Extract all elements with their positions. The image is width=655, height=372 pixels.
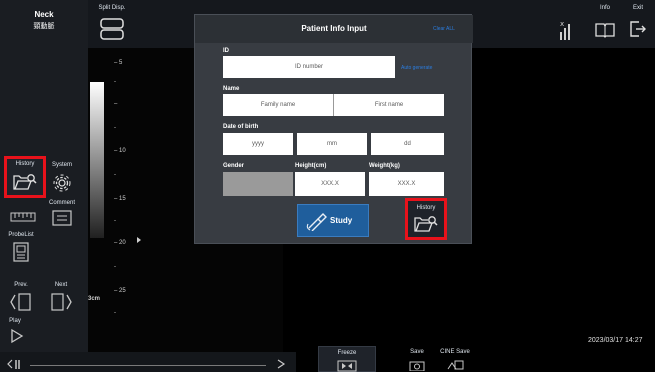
- cine-next-icon[interactable]: [276, 358, 286, 370]
- depth-minor-tick: -: [114, 125, 116, 131]
- history-label-left: History: [15, 161, 35, 167]
- svg-text:x: x: [560, 20, 564, 28]
- id-label: ID: [223, 48, 229, 54]
- weight-label: Weight(kg): [369, 163, 400, 169]
- info-button[interactable]: Info: [592, 0, 618, 48]
- prev-image-icon: [10, 293, 31, 311]
- cine-save-icon: [447, 360, 464, 370]
- measure-ruler-button[interactable]: [6, 206, 40, 230]
- datetime: 2023/03/17 14:27: [588, 337, 643, 344]
- depth-minor-tick: -: [114, 218, 116, 224]
- split-screen-icon: [100, 18, 124, 40]
- comment-button[interactable]: Comment: [46, 200, 78, 232]
- next-label: Next: [54, 282, 68, 288]
- height-label: Height(cm): [295, 163, 327, 169]
- weight-input[interactable]: XXX.X: [369, 172, 444, 196]
- dialog-title: Patient Info Input: [301, 24, 367, 33]
- comment-icon: [52, 210, 72, 226]
- depth-tick-15: – 15: [114, 196, 126, 202]
- gray-scale-bar: [90, 82, 104, 238]
- height-input[interactable]: XXX.X: [295, 172, 365, 196]
- probe-list-icon: [13, 242, 29, 262]
- exit-icon: [630, 21, 646, 37]
- depth-tick-10: – 10: [114, 148, 126, 154]
- history-button-dialog[interactable]: History: [405, 198, 447, 240]
- depth-minor-tick: -: [114, 172, 116, 178]
- next-button[interactable]: Next: [44, 282, 78, 316]
- probelist-label: ProbeList: [8, 232, 34, 238]
- depth-tick-10-minor: – 0: [114, 101, 120, 107]
- depth-minor-tick: -: [114, 79, 116, 85]
- save-label: Save: [410, 349, 424, 355]
- depth-minor-tick: -: [114, 310, 116, 316]
- play-label: Play: [9, 318, 21, 324]
- info-label: Info: [599, 5, 610, 11]
- family-name-input[interactable]: Family name: [223, 94, 334, 116]
- dob-month-input[interactable]: mm: [297, 133, 367, 155]
- folder-search-icon: [13, 174, 37, 190]
- play-icon: [11, 328, 24, 344]
- study-button-label: Study: [330, 216, 353, 225]
- depth-tick-25: – 25: [114, 288, 126, 294]
- next-image-icon: [51, 293, 72, 311]
- probelist-button[interactable]: ProbeList: [6, 232, 36, 264]
- play-button[interactable]: Play: [4, 318, 38, 350]
- probe-preset-button[interactable]: Neck 頸動脈: [0, 0, 88, 48]
- cine-save-label: CINE Save: [440, 349, 470, 355]
- system-button[interactable]: System: [48, 160, 76, 196]
- study-button[interactable]: Study: [297, 204, 369, 237]
- patient-info-dialog: Patient Info Input Clear ALL ID ID numbe…: [194, 14, 473, 244]
- freeze-icon: [337, 360, 357, 372]
- gender-label: Gender: [223, 163, 245, 169]
- probe-icon: [306, 213, 327, 231]
- dob-label: Date of birth: [223, 124, 259, 130]
- focus-marker-icon[interactable]: [136, 236, 142, 244]
- name-label: Name: [223, 86, 240, 92]
- exit-button[interactable]: Exit: [624, 0, 652, 48]
- probe-subtitle: 頸動脈: [33, 23, 55, 30]
- comment-label: Comment: [48, 200, 75, 206]
- freeze-button[interactable]: Freeze: [318, 346, 376, 372]
- dialog-title-bar: Patient Info Input Clear ALL: [195, 15, 473, 43]
- id-input[interactable]: ID number: [223, 56, 395, 78]
- gender-select[interactable]: [223, 172, 293, 196]
- depth-minor-tick: -: [114, 264, 116, 270]
- cine-start-icon[interactable]: [6, 358, 22, 370]
- cine-save-button[interactable]: CINE Save: [436, 346, 474, 372]
- split-disp-button[interactable]: Split Disp.: [92, 0, 132, 48]
- freeze-label: Freeze: [337, 350, 357, 356]
- save-button[interactable]: Save: [402, 346, 432, 372]
- camera-icon: [409, 361, 425, 371]
- clear-all-button[interactable]: Clear ALL: [433, 26, 455, 32]
- dob-year-input[interactable]: yyyy: [223, 133, 293, 155]
- history-button-left[interactable]: History: [4, 156, 46, 198]
- folder-search-icon: [414, 216, 438, 232]
- depth-tick-5: – 5: [114, 60, 123, 66]
- first-name-input[interactable]: First name: [334, 94, 444, 116]
- auto-generate-button[interactable]: Auto generate: [401, 65, 432, 71]
- ruler-icon: [10, 212, 36, 222]
- cine-slider-track[interactable]: [30, 365, 266, 366]
- book-icon: [595, 23, 615, 38]
- cine-slider-bar: [0, 352, 296, 372]
- prev-label: Prev.: [14, 282, 28, 288]
- prev-button[interactable]: Prev.: [4, 282, 38, 316]
- probe-title: Neck: [34, 10, 54, 19]
- gear-icon: [53, 174, 71, 192]
- split-disp-label: Split Disp.: [98, 5, 126, 11]
- dob-day-input[interactable]: dd: [371, 133, 444, 155]
- system-label: System: [51, 162, 72, 168]
- depth-label: 3cm: [88, 296, 101, 302]
- depth-tick-20: – 20: [114, 240, 126, 246]
- signal-level-icon[interactable]: x: [558, 18, 574, 42]
- history-label-dialog: History: [416, 205, 436, 211]
- exit-label: Exit: [632, 5, 643, 11]
